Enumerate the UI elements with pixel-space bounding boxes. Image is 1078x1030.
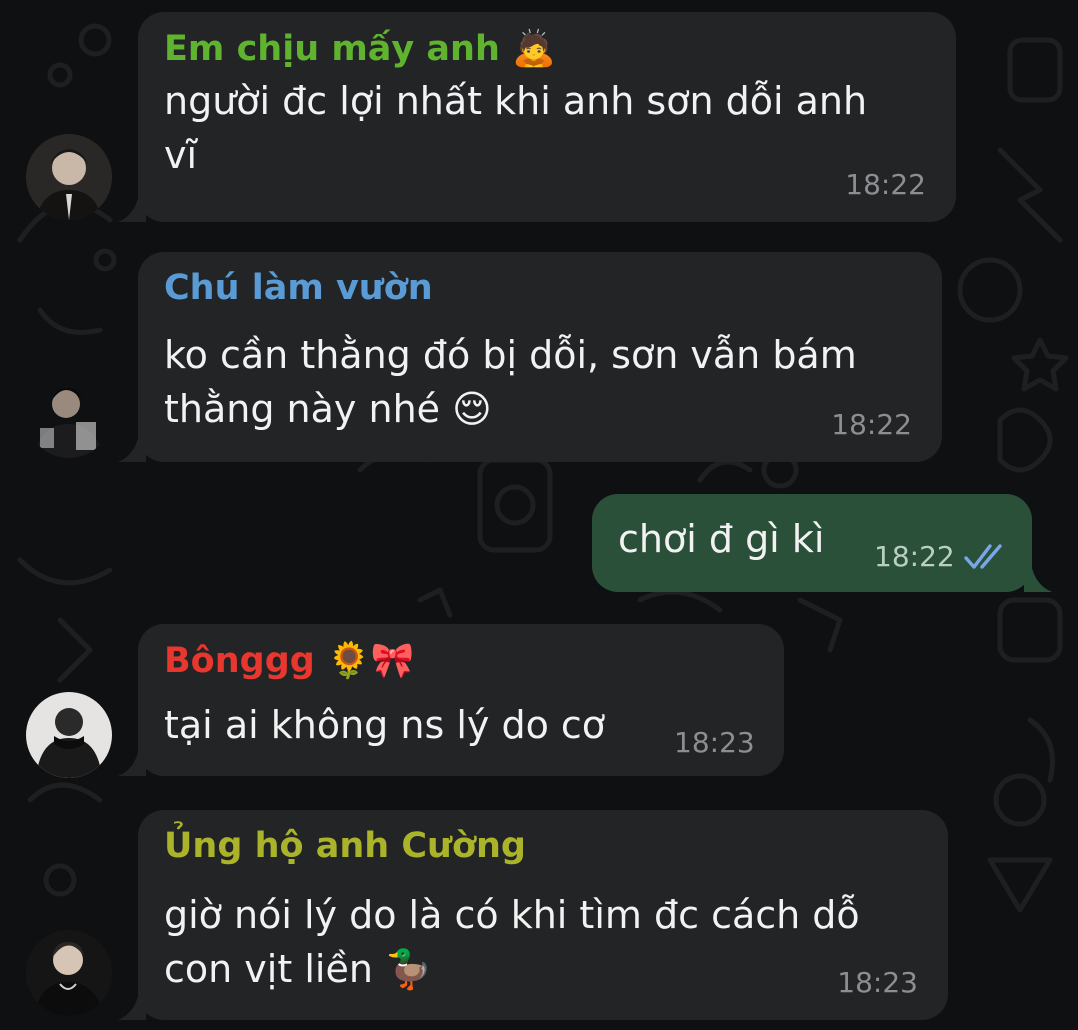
avatar[interactable] <box>26 134 112 220</box>
message-text-line-1: ko cần thằng đó bị dỗi, sơn vẫn bám <box>164 333 857 377</box>
bowing-person-emoji-icon: 🙇 <box>512 29 556 69</box>
message-text: thằng này nhé <box>164 387 441 431</box>
relieved-face-emoji-icon: 😌 <box>452 387 492 431</box>
message-timestamp: 18:22 <box>845 168 926 201</box>
message-bubble[interactable]: Ủng hộ anh Cường giờ nói lý do là có khi… <box>138 810 948 1020</box>
sender-name-text[interactable]: Bônggg <box>164 641 315 681</box>
message-text: tại ai không ns lý do cơ <box>164 703 606 747</box>
message-timestamp: 18:22 <box>831 408 912 441</box>
avatar[interactable] <box>26 930 112 1016</box>
message-text: chơi đ gì kì <box>618 517 825 561</box>
message-text-line-2: thằng này nhé 😌 <box>164 382 492 436</box>
read-double-check-icon <box>964 544 1002 569</box>
duck-emoji-icon: 🦆 <box>385 947 433 991</box>
bubble-tail <box>118 740 146 776</box>
message-text: con vịt liền <box>164 947 373 991</box>
message-bubble[interactable]: Chú làm vườn ko cần thằng đó bị dỗi, sơn… <box>138 252 942 462</box>
sunflower-ribbon-emoji-icon: 🌻🎀 <box>327 641 415 681</box>
message-bubble[interactable]: Em chịu mấy anh 🙇 người đc lợi nhất khi … <box>138 12 956 222</box>
message-timestamp: 18:22 <box>874 540 955 573</box>
sender-name-text[interactable]: Chú làm vườn <box>164 268 433 308</box>
chat-view: Em chịu mấy anh 🙇 người đc lợi nhất khi … <box>0 0 1078 1030</box>
bubble-tail <box>1024 556 1052 592</box>
avatar[interactable] <box>26 372 112 458</box>
sender-name-text[interactable]: Em chịu mấy anh <box>164 29 500 69</box>
message-text-line-2: vĩ <box>164 133 198 177</box>
sender-name[interactable]: Chú làm vườn <box>164 268 433 308</box>
bubble-tail <box>118 426 146 462</box>
sender-name-text[interactable]: Ủng hộ anh Cường <box>164 826 526 866</box>
message-timestamp: 18:23 <box>674 726 755 759</box>
bubble-tail <box>118 186 146 222</box>
avatar-photo <box>26 692 112 778</box>
message-text-line-1: giờ nói lý do là có khi tìm đc cách dỗ <box>164 893 860 937</box>
outgoing-message-bubble[interactable]: chơi đ gì kì 18:22 <box>592 494 1032 592</box>
message-text-line-1: người đc lợi nhất khi anh sơn dỗi anh <box>164 79 868 123</box>
sender-name[interactable]: Ủng hộ anh Cường <box>164 826 526 866</box>
avatar[interactable] <box>26 692 112 778</box>
avatar-photo <box>26 930 112 1016</box>
sender-name[interactable]: Em chịu mấy anh 🙇 <box>164 28 556 69</box>
message-text-line-2: con vịt liền 🦆 <box>164 942 432 996</box>
message-timestamp: 18:23 <box>837 966 918 999</box>
sender-name[interactable]: Bônggg 🌻🎀 <box>164 640 414 681</box>
avatar-photo <box>26 372 112 458</box>
bubble-tail <box>118 984 146 1020</box>
avatar-photo <box>26 134 112 220</box>
message-bubble[interactable]: Bônggg 🌻🎀 tại ai không ns lý do cơ 18:23 <box>138 624 784 776</box>
